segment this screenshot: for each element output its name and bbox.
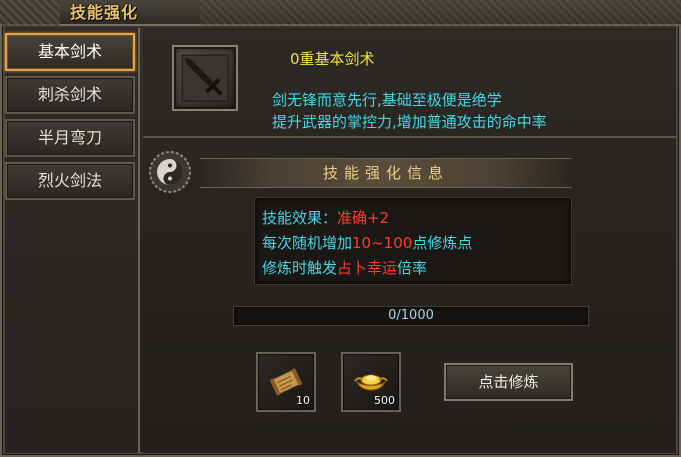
effect-line: 技能效果：准确+2 bbox=[262, 207, 389, 228]
title-ornament-left bbox=[0, 0, 60, 26]
skill-icon-frame bbox=[172, 45, 238, 111]
progress-text: 0/1000 bbox=[388, 308, 434, 323]
window-title: 技能强化 bbox=[70, 3, 139, 22]
increment-prefix: 每次随机增加 bbox=[262, 234, 353, 252]
item-slot-gold-ingot[interactable]: 500 bbox=[341, 352, 401, 412]
skill-description-line-1: 剑无锋而意先行,基础至极便是绝学 bbox=[272, 91, 502, 109]
increment-suffix: 点修炼点 bbox=[412, 234, 473, 252]
luck-suffix: 倍率 bbox=[397, 259, 428, 277]
sword-icon bbox=[181, 54, 229, 102]
item-count-scroll: 10 bbox=[296, 394, 310, 407]
tab-assassinate-swordsmanship[interactable]: 刺杀剑术 bbox=[5, 76, 135, 114]
info-section-header: 技能强化信息 bbox=[200, 158, 572, 188]
luck-line: 修炼时触发占卜幸运倍率 bbox=[262, 257, 427, 278]
item-count-gold-ingot: 500 bbox=[374, 394, 395, 407]
skill-name: 0重基本剑术 bbox=[290, 50, 375, 68]
luck-prefix: 修炼时触发 bbox=[262, 259, 338, 277]
effect-value: 准确+2 bbox=[337, 209, 390, 227]
title-bar: 技能强化 bbox=[0, 0, 681, 26]
skill-description-line-2: 提升武器的掌控力,增加普通攻击的命中率 bbox=[272, 113, 547, 131]
tab-basic-swordsmanship[interactable]: 基本剑术 bbox=[5, 33, 135, 71]
increment-range: 10~100 bbox=[352, 234, 413, 252]
luck-value: 占卜幸运 bbox=[337, 259, 398, 277]
cultivate-button[interactable]: 点击修炼 bbox=[444, 363, 573, 401]
effect-label: 技能效果： bbox=[262, 209, 338, 227]
divider bbox=[143, 136, 676, 138]
tab-flaming-sword[interactable]: 烈火剑法 bbox=[5, 162, 135, 200]
item-slot-scroll[interactable]: 10 bbox=[256, 352, 316, 412]
title-ornament-right bbox=[200, 0, 681, 26]
tab-half-moon-blade[interactable]: 半月弯刀 bbox=[5, 119, 135, 157]
yin-yang-icon bbox=[149, 151, 191, 193]
cultivation-progress-bar: 0/1000 bbox=[233, 306, 589, 326]
increment-line: 每次随机增加10~100点修炼点 bbox=[262, 232, 472, 253]
